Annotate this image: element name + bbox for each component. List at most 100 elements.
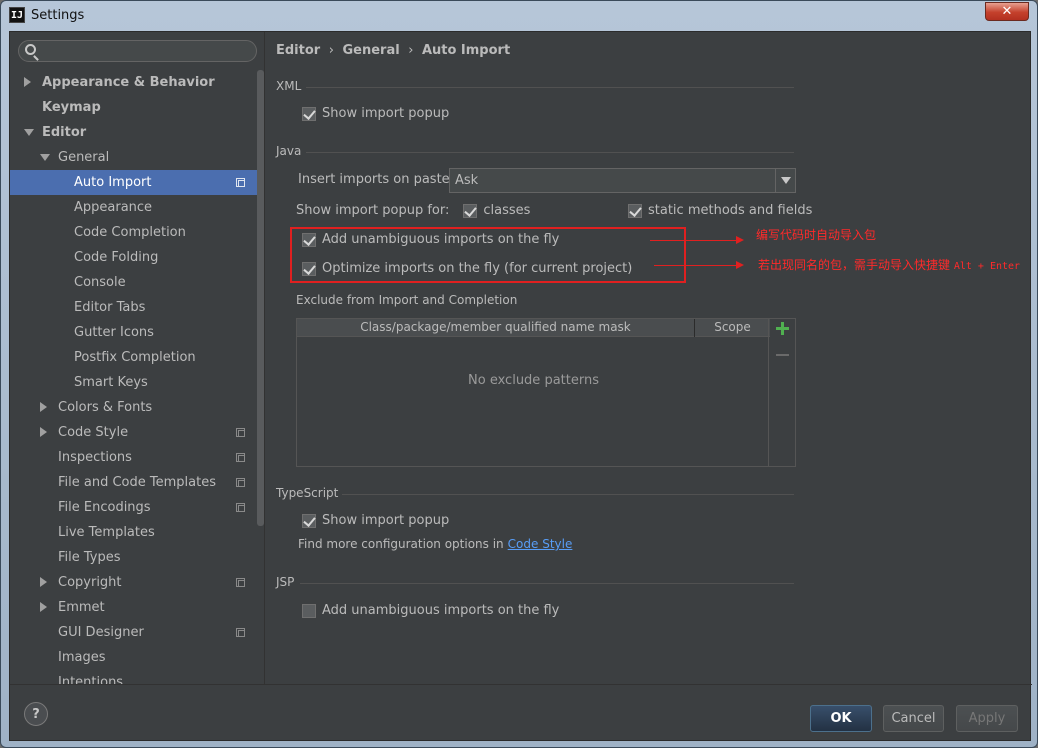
auto-import-panel: Editor › General › Auto Import XML Show … xyxy=(266,32,1032,684)
sidebar-item-label: Code Folding xyxy=(74,250,159,265)
sidebar-scrollbar[interactable] xyxy=(257,70,264,526)
sidebar-item-intentions[interactable]: Intentions xyxy=(10,670,257,684)
sidebar-item-auto-import[interactable]: Auto Import xyxy=(10,170,257,195)
chevron-right-icon[interactable] xyxy=(40,602,47,612)
annotation-note-2-text: 若出现同名的包，需手动导入快捷键 xyxy=(758,258,954,272)
window-title: Settings xyxy=(31,8,85,23)
static-methods-checkbox[interactable] xyxy=(628,203,642,218)
jsp-section-title: JSP xyxy=(276,575,295,589)
jsp-add-unambiguous-label: Add unambiguous imports on the fly xyxy=(322,603,560,618)
static-methods-row[interactable]: static methods and fields xyxy=(628,203,812,218)
sidebar-item-label: Emmet xyxy=(58,600,105,615)
sidebar-item-label: File Encodings xyxy=(58,500,151,515)
title-bar: IJ Settings ✕ xyxy=(1,1,1037,31)
jsp-add-unambiguous-row[interactable]: Add unambiguous imports on the fly xyxy=(302,603,559,618)
xml-show-popup-checkbox[interactable] xyxy=(302,106,316,121)
project-scope-icon xyxy=(236,478,245,487)
chevron-down-icon[interactable] xyxy=(24,129,34,136)
section-divider xyxy=(342,494,794,495)
breadcrumb-auto-import: Auto Import xyxy=(421,43,511,58)
column-header-scope[interactable]: Scope xyxy=(695,320,770,334)
sidebar-item-label: Editor Tabs xyxy=(74,300,146,315)
sidebar-item-file-and-code-templates[interactable]: File and Code Templates xyxy=(10,470,257,495)
help-icon[interactable]: ? xyxy=(24,702,48,726)
chevron-right-icon[interactable] xyxy=(40,577,47,587)
remove-icon[interactable] xyxy=(776,354,789,356)
sidebar-item-appearance[interactable]: Appearance xyxy=(10,195,257,220)
sidebar-item-label: Postfix Completion xyxy=(74,350,196,365)
classes-checkbox[interactable] xyxy=(463,203,478,218)
ts-show-popup-row[interactable]: Show import popup xyxy=(302,513,449,528)
xml-section-title: XML xyxy=(276,79,302,93)
add-icon[interactable] xyxy=(776,322,789,335)
breadcrumb-separator: › xyxy=(408,43,414,58)
exclude-empty-message: No exclude patterns xyxy=(468,373,599,388)
sidebar-item-appearance-behavior[interactable]: Appearance & Behavior xyxy=(10,70,257,95)
xml-show-popup-row[interactable]: Show import popup xyxy=(302,106,449,121)
ok-button[interactable]: OK xyxy=(810,705,872,732)
sidebar-item-label: Intentions xyxy=(58,675,124,684)
exclude-table: Class/package/member qualified name mask… xyxy=(296,318,796,467)
ts-show-popup-checkbox[interactable] xyxy=(302,513,316,528)
show-popup-for-label: Show import popup for: xyxy=(296,203,450,218)
settings-search-input[interactable] xyxy=(18,40,257,62)
sidebar-item-file-types[interactable]: File Types xyxy=(10,545,257,570)
code-style-link[interactable]: Code Style xyxy=(508,537,573,551)
sidebar-item-code-completion[interactable]: Code Completion xyxy=(10,220,257,245)
sidebar-item-label: Keymap xyxy=(42,100,101,115)
sidebar-item-label: Live Templates xyxy=(58,525,155,540)
sidebar-item-file-encodings[interactable]: File Encodings xyxy=(10,495,257,520)
chevron-right-icon[interactable] xyxy=(40,427,47,437)
sidebar-item-gutter-icons[interactable]: Gutter Icons xyxy=(10,320,257,345)
sidebar-item-label: Gutter Icons xyxy=(74,325,154,340)
sidebar-item-live-templates[interactable]: Live Templates xyxy=(10,520,257,545)
sidebar-item-label: Copyright xyxy=(58,575,122,590)
sidebar-item-general[interactable]: General xyxy=(10,145,257,170)
show-popup-for-row: Show import popup for: classes xyxy=(296,203,530,218)
project-scope-icon xyxy=(236,503,245,512)
project-scope-icon xyxy=(236,578,245,587)
chevron-down-icon[interactable] xyxy=(40,154,50,161)
sidebar-item-label: Colors & Fonts xyxy=(58,400,153,415)
sidebar-item-code-folding[interactable]: Code Folding xyxy=(10,245,257,270)
project-scope-icon xyxy=(236,178,245,187)
sidebar-item-editor[interactable]: Editor xyxy=(10,120,257,145)
breadcrumb-separator: › xyxy=(328,43,334,58)
insert-imports-label-row: Insert imports on paste: xyxy=(298,172,454,187)
sidebar-item-colors-fonts[interactable]: Colors & Fonts xyxy=(10,395,257,420)
sidebar-item-code-style[interactable]: Code Style xyxy=(10,420,257,445)
cancel-button[interactable]: Cancel xyxy=(883,705,944,732)
project-scope-icon xyxy=(236,628,245,637)
chevron-right-icon[interactable] xyxy=(24,77,31,87)
insert-imports-select[interactable]: Ask xyxy=(449,168,796,193)
annotation-note-2-keys: Alt + Enter xyxy=(953,261,1021,272)
sidebar-item-images[interactable]: Images xyxy=(10,645,257,670)
sidebar-item-inspections[interactable]: Inspections xyxy=(10,445,257,470)
sidebar-item-gui-designer[interactable]: GUI Designer xyxy=(10,620,257,645)
sidebar-item-label: Auto Import xyxy=(74,175,152,190)
sidebar-item-label: Console xyxy=(74,275,126,290)
chevron-right-icon[interactable] xyxy=(40,402,47,412)
sidebar-item-label: Smart Keys xyxy=(74,375,148,390)
sidebar-item-keymap[interactable]: Keymap xyxy=(10,95,257,120)
close-button[interactable]: ✕ xyxy=(985,2,1029,21)
sidebar-item-console[interactable]: Console xyxy=(10,270,257,295)
settings-window: IJ Settings ✕ Appearance & Behavior Keyma… xyxy=(0,0,1038,748)
sidebar-item-copyright[interactable]: Copyright xyxy=(10,570,257,595)
sidebar-item-editor-tabs[interactable]: Editor Tabs xyxy=(10,295,257,320)
xml-show-popup-label: Show import popup xyxy=(322,106,450,121)
column-header-mask[interactable]: Class/package/member qualified name mask xyxy=(297,320,694,334)
jsp-add-unambiguous-checkbox[interactable] xyxy=(302,603,316,618)
sidebar-item-emmet[interactable]: Emmet xyxy=(10,595,257,620)
ts-find-more-text: Find more configuration options in xyxy=(298,537,504,551)
settings-sidebar: Appearance & Behavior Keymap Editor General… xyxy=(10,32,265,684)
sidebar-item-smart-keys[interactable]: Smart Keys xyxy=(10,370,257,395)
settings-tree: Appearance & Behavior Keymap Editor General… xyxy=(10,70,257,684)
ts-show-popup-label: Show import popup xyxy=(322,513,450,528)
annotation-note-2: 若出现同名的包，需手动导入快捷键 Alt + Enter xyxy=(758,256,1020,273)
chevron-down-icon[interactable] xyxy=(775,169,795,192)
section-divider xyxy=(306,152,794,153)
apply-button[interactable]: Apply xyxy=(956,705,1018,732)
sidebar-item-postfix-completion[interactable]: Postfix Completion xyxy=(10,345,257,370)
exclude-toolbar xyxy=(768,319,795,466)
